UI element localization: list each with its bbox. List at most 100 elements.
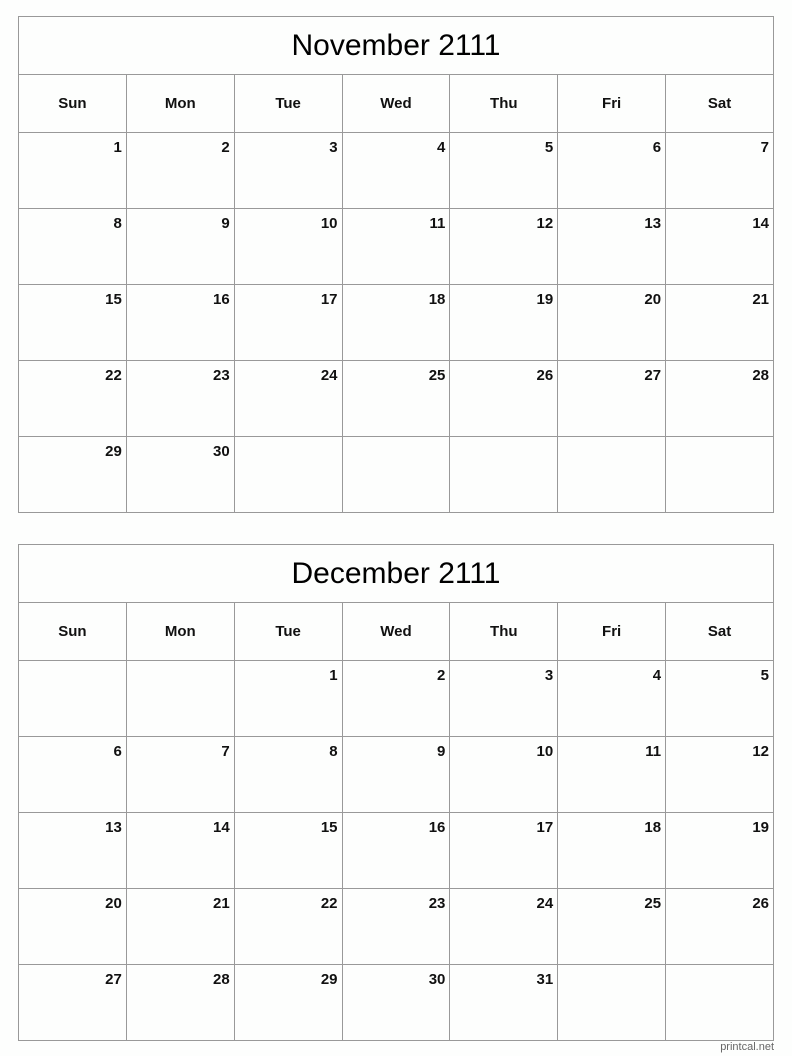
day-number: 20 xyxy=(105,895,122,912)
day-cell: 8 xyxy=(18,208,127,285)
day-cell: 5 xyxy=(449,132,559,209)
day-cell: 2 xyxy=(125,132,235,209)
day-number: 6 xyxy=(652,139,662,156)
day-number: 2 xyxy=(221,139,230,156)
weekday-header-row: Sun Mon Tue Wed Thu Fri Sat xyxy=(18,602,774,661)
empty-day-cell xyxy=(233,436,343,513)
day-cell: 21 xyxy=(125,888,235,965)
day-cell: 7 xyxy=(665,132,774,209)
day-number: 7 xyxy=(221,743,230,760)
empty-day-cell xyxy=(557,436,667,513)
day-cell: 5 xyxy=(665,660,774,737)
week-row: 1 2 3 4 5 xyxy=(18,660,774,737)
day-cell: 23 xyxy=(125,360,235,437)
day-number xyxy=(445,444,449,450)
weekday-label: Fri xyxy=(557,602,667,661)
day-number: 19 xyxy=(752,819,769,836)
day-number: 4 xyxy=(652,667,662,684)
day-number: 8 xyxy=(113,215,122,232)
day-number: 29 xyxy=(320,971,338,988)
day-number: 11 xyxy=(645,743,662,760)
day-number: 18 xyxy=(644,819,662,836)
day-cell: 17 xyxy=(233,284,343,361)
day-cell: 22 xyxy=(233,888,343,965)
day-cell: 24 xyxy=(449,888,559,965)
day-cell: 28 xyxy=(665,360,774,437)
calendar-november: November 2111 Sun Mon Tue Wed Thu Fri Sa… xyxy=(18,16,774,513)
day-number: 15 xyxy=(105,291,122,308)
day-cell: 30 xyxy=(125,436,235,513)
day-number xyxy=(122,668,126,674)
day-cell: 20 xyxy=(557,284,667,361)
day-number: 26 xyxy=(752,895,769,912)
day-cell: 12 xyxy=(449,208,559,285)
day-cell: 16 xyxy=(125,284,235,361)
day-cell: 15 xyxy=(233,812,343,889)
calendar-december: December 2111 Sun Mon Tue Wed Thu Fri Sa… xyxy=(18,544,774,1041)
day-cell: 11 xyxy=(557,736,667,813)
day-number: 10 xyxy=(536,743,554,760)
day-cell: 9 xyxy=(341,736,451,813)
weekday-label: Mon xyxy=(125,74,235,133)
site-credit: printcal.net xyxy=(720,1041,774,1053)
day-cell: 25 xyxy=(557,888,667,965)
day-number: 3 xyxy=(544,667,554,684)
day-cell: 19 xyxy=(665,812,774,889)
day-number: 21 xyxy=(213,895,230,912)
day-cell: 24 xyxy=(233,360,343,437)
day-cell: 14 xyxy=(665,208,774,285)
day-number: 1 xyxy=(329,667,338,684)
day-number: 22 xyxy=(320,895,338,912)
day-number: 30 xyxy=(213,443,230,460)
day-cell: 3 xyxy=(233,132,343,209)
day-number: 20 xyxy=(644,291,662,308)
week-row: 6 7 8 9 10 11 12 xyxy=(18,736,774,813)
day-number: 14 xyxy=(213,819,230,836)
weekday-header-row: Sun Mon Tue Wed Thu Fri Sat xyxy=(18,74,774,133)
day-number: 9 xyxy=(221,215,230,232)
day-number: 24 xyxy=(536,895,554,912)
day-cell: 1 xyxy=(233,660,343,737)
day-number: 15 xyxy=(320,819,338,836)
day-cell: 2 xyxy=(341,660,451,737)
day-cell: 18 xyxy=(557,812,667,889)
day-cell: 22 xyxy=(18,360,127,437)
day-number: 1 xyxy=(113,139,122,156)
day-cell: 11 xyxy=(341,208,451,285)
day-number: 4 xyxy=(437,139,446,156)
day-cell: 30 xyxy=(341,964,451,1041)
day-number: 24 xyxy=(320,367,338,384)
day-number: 30 xyxy=(428,971,446,988)
day-cell: 27 xyxy=(18,964,127,1041)
day-cell: 18 xyxy=(341,284,451,361)
empty-day-cell xyxy=(557,964,667,1041)
day-cell: 25 xyxy=(341,360,451,437)
day-number: 2 xyxy=(437,667,446,684)
month-title: December 2111 xyxy=(18,544,774,603)
day-cell: 28 xyxy=(125,964,235,1041)
day-cell: 15 xyxy=(18,284,127,361)
day-cell: 14 xyxy=(125,812,235,889)
day-number: 26 xyxy=(536,367,554,384)
day-cell: 29 xyxy=(233,964,343,1041)
weekday-label: Sat xyxy=(665,602,774,661)
day-number: 6 xyxy=(113,743,122,760)
empty-day-cell xyxy=(449,436,559,513)
day-cell: 20 xyxy=(18,888,127,965)
day-cell: 8 xyxy=(233,736,343,813)
day-number: 17 xyxy=(536,819,554,836)
week-row: 20 21 22 23 24 25 26 xyxy=(18,888,774,965)
empty-day-cell xyxy=(18,660,127,737)
weekday-label: Thu xyxy=(449,602,559,661)
day-number: 28 xyxy=(213,971,230,988)
weekday-label: Wed xyxy=(341,602,451,661)
day-number: 23 xyxy=(428,895,446,912)
day-number: 14 xyxy=(752,215,769,232)
day-number: 25 xyxy=(644,895,662,912)
week-row: 13 14 15 16 17 18 19 xyxy=(18,812,774,889)
week-row: 29 30 xyxy=(18,436,774,513)
day-cell: 4 xyxy=(341,132,451,209)
day-number: 23 xyxy=(213,367,230,384)
day-cell: 10 xyxy=(449,736,559,813)
weekday-label: Sat xyxy=(665,74,774,133)
